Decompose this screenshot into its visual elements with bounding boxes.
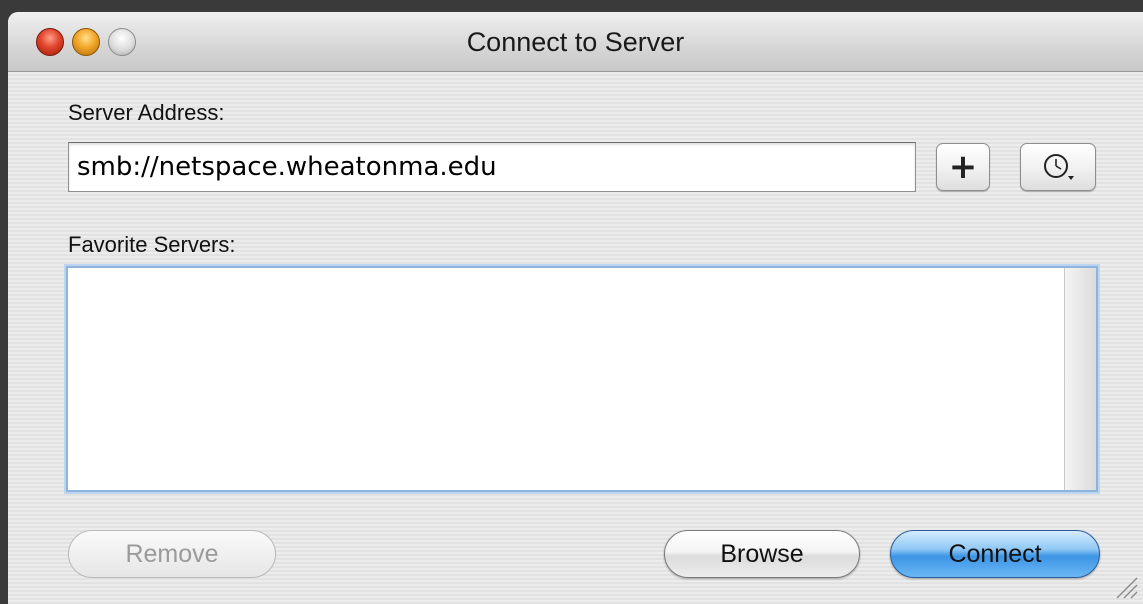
window-title: Connect to Server	[466, 27, 685, 57]
resize-grip-icon[interactable]	[1111, 572, 1139, 600]
clock-icon	[1044, 154, 1074, 180]
connect-to-server-window: Connect to Server Server Address: + Favo…	[8, 12, 1143, 604]
favorite-servers-list[interactable]	[66, 266, 1098, 492]
remove-button[interactable]: Remove	[68, 530, 276, 578]
server-address-input[interactable]	[68, 142, 916, 192]
browse-button[interactable]: Browse	[664, 530, 860, 578]
favorites-scrollbar[interactable]	[1064, 268, 1096, 490]
add-favorite-button[interactable]: +	[936, 143, 990, 191]
favorite-servers-label: Favorite Servers:	[68, 232, 236, 257]
title-bar[interactable]: Connect to Server	[8, 12, 1143, 72]
server-address-label: Server Address:	[68, 100, 225, 125]
connect-button[interactable]: Connect	[890, 530, 1100, 578]
recent-servers-button[interactable]	[1020, 143, 1096, 191]
plus-icon: +	[948, 147, 978, 187]
